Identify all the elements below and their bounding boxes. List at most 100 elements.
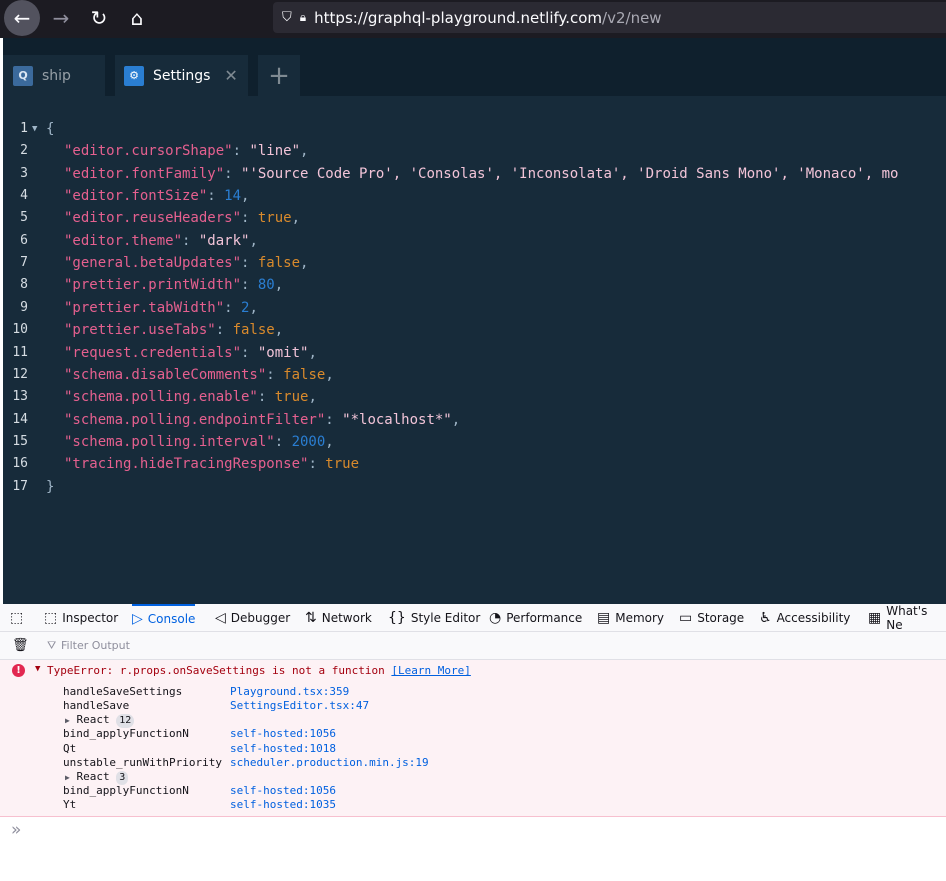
error-text: TypeError: r.props.onSaveSettings is not… [47,664,385,677]
stack-frame-location-link[interactable]: self-hosted:1056 [230,784,336,798]
devtools-tab-console[interactable]: ▷ Console [132,604,196,632]
fold-arrow-icon[interactable]: ▼ [32,118,37,140]
comma: , [451,411,461,428]
stack-frame-location-link[interactable]: self-hosted:1018 [230,742,336,756]
setting-key: "editor.fontFamily" [64,165,225,182]
setting-value: "omit" [257,344,309,361]
devtools-tab-inspector[interactable]: ⬚ Inspector [44,604,118,632]
setting-entry: "editor.reuseHeaders": true, [64,210,301,227]
devtools-tab-label: What's Ne [886,604,928,632]
comma: , [249,232,258,249]
setting-key: "editor.theme" [64,232,183,249]
setting-entry: "tracing.hideTracingResponse": true [64,456,360,473]
stack-frame-location-link[interactable]: Playground.tsx:359 [230,685,349,699]
reload-icon: ↻ [90,6,108,30]
code-line: 3 "editor.fontFamily": "'Source Code Pro'… [3,163,946,185]
stack-group[interactable]: ▶ React 12 [65,713,135,729]
stack-frame-location-link[interactable]: scheduler.production.min.js:19 [230,756,429,770]
setting-value: 14 [224,188,242,205]
stack-group[interactable]: ▶ React 3 [65,769,129,785]
comma: , [241,188,250,205]
stack-frame-function: bind_applyFunctionN [63,784,189,798]
forward-button[interactable]: → [43,0,79,36]
stack-frame-location-link[interactable]: self-hosted:1035 [230,798,336,812]
line-number: 10 [12,322,28,338]
devtools-tab-style-editor[interactable]: {} Style Editor [388,604,480,632]
url-bar[interactable]: ⛉ 🔒︎ https://graphql-playground.netlify.… [273,2,946,33]
pick-element-icon: ⬚ [10,610,24,626]
code-line: 9 "prettier.tabWidth": 2, [3,297,946,319]
devtools-tab-icon: ▦ [868,610,882,626]
element-picker-button[interactable]: ⬚ [10,604,28,632]
setting-value: "line" [249,143,301,160]
line-number: 6 [20,232,28,248]
stack-frame-location-link[interactable]: SettingsEditor.tsx:47 [230,699,369,713]
tab-settings[interactable]: ⚙ Settings ✕ [115,55,248,96]
code-line: 17} [3,476,946,498]
comma: , [291,210,301,227]
setting-key: "prettier.tabWidth" [64,299,225,316]
close-icon[interactable]: ✕ [224,66,237,85]
setting-key: "editor.fontSize" [64,188,208,205]
setting-entry: "prettier.tabWidth": 2, [64,299,258,316]
shield-icon: ⛉ [282,10,292,25]
devtools-tab-label: Style Editor [410,611,481,625]
back-button[interactable]: ← [4,0,40,36]
line-number: 7 [20,255,28,271]
learn-more-link[interactable]: [Learn More] [391,664,470,677]
stack-frame-function: Yt [63,798,77,812]
tab-label: Settings [153,67,211,84]
devtools-tab-network[interactable]: ⇅ Network [305,604,372,632]
setting-value: false [283,366,326,383]
code-line: 11 "request.credentials": "omit", [3,342,946,364]
line-number: 1 [20,121,28,136]
group-label: React [76,769,110,783]
line-number: 5 [20,210,28,226]
devtools-tab-memory[interactable]: ▤ Memory [597,604,664,632]
comma: , [274,277,284,294]
setting-entry: "editor.theme": "dark", [64,232,258,249]
reload-button[interactable]: ↻ [81,0,117,36]
tab-ship[interactable]: Q ship [3,55,105,96]
filter-input[interactable]: Filter Output [61,639,130,652]
setting-value: false [232,322,275,339]
devtools-tab-accessibility[interactable]: ♿ Accessibility [759,604,850,632]
group-count: 12 [116,714,135,729]
devtools-tab-icon: ▷ [132,611,143,627]
home-button[interactable]: ⌂ [119,0,155,36]
setting-key: "editor.cursorShape" [64,143,233,160]
setting-key: "request.credentials" [64,344,242,361]
setting-key: "schema.polling.enable" [64,389,258,406]
prompt-icon: » [11,820,22,840]
devtools-tab-performance[interactable]: ◔ Performance [489,604,582,632]
trash-icon[interactable]: 🗑︎ [12,638,29,653]
devtools-tab-label: Debugger [230,611,291,625]
setting-value: "'Source Code Pro', 'Consolas', 'Inconso… [241,165,899,182]
add-tab-button[interactable]: + [258,55,300,96]
setting-value: 80 [257,277,275,294]
console-input[interactable]: » [0,818,946,881]
setting-entry: "editor.fontSize": 14, [64,188,250,205]
setting-entry: "schema.disableComments": false, [64,366,334,383]
line-number: 16 [12,456,28,472]
line-number: 3 [20,165,28,181]
code-line: 13 "schema.polling.enable": true, [3,386,946,408]
setting-key: "schema.disableComments" [64,366,267,383]
devtools-tab-icon: ▭ [679,610,693,626]
stack-frame-function: handleSaveSettings [63,685,183,698]
code-line: 10 "prettier.useTabs": false, [3,319,946,341]
devtools-toolbar: ⬚ ⬚ Inspector ▷ Console ◁ Debugger ⇅ Network {} S… [0,604,946,632]
stack-frame-location-link[interactable]: self-hosted:1056 [230,727,336,741]
line-number: 13 [12,389,28,405]
comma: , [325,366,334,383]
devtools-tab-debugger[interactable]: ◁ Debugger [215,604,290,632]
lock-icon: 🔒︎ [299,10,307,24]
comma: , [249,299,258,316]
error-icon: ! [12,664,25,677]
devtools-tab-storage[interactable]: ▭ Storage [679,604,744,632]
devtools-tab-what-s-ne[interactable]: ▦ What's Ne [868,604,946,632]
console-error-message: ! ▼ TypeError: r.props.onSaveSettings is… [0,660,946,817]
expand-triangle-icon[interactable]: ▼ [35,664,40,674]
brace: } [46,478,55,495]
expand-arrow-icon: ▶ [65,716,70,726]
